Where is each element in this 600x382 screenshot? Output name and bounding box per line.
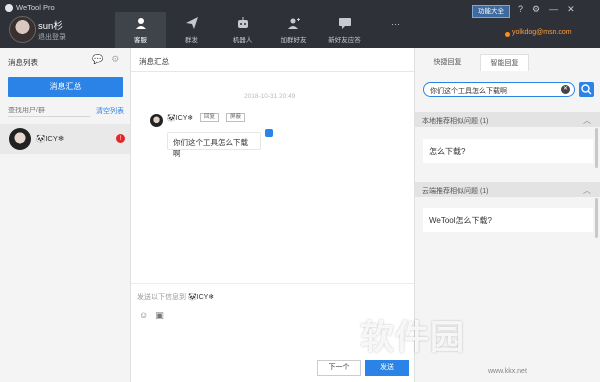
sender-name: 🐼ICY❄ — [167, 115, 194, 122]
tab-new-friend-reply[interactable]: 新好友应答 — [319, 12, 370, 48]
gear-icon[interactable]: ⚙ — [111, 54, 119, 65]
clear-search-icon[interactable]: ✕ — [561, 85, 570, 94]
reply-tag[interactable]: 回复 — [200, 113, 220, 122]
online-status-dot — [505, 32, 510, 37]
compose-hint-prefix: 发送以下信息到 — [137, 294, 186, 301]
compose-hint: 发送以下信息到 🐼ICY❄ — [137, 292, 214, 302]
chat-title: 消息汇总 — [139, 57, 169, 66]
more-icon: ··· — [391, 19, 400, 29]
smart-search-input[interactable]: 你们这个工具怎么下载啊 — [423, 82, 575, 97]
watermark-url: www.kkx.net — [488, 368, 527, 375]
settings-icon[interactable]: ⚙ — [532, 4, 540, 15]
cloud-suggestions-title: 云端推荐相似问题 — [422, 188, 478, 195]
send-button[interactable]: 发送 — [365, 360, 409, 376]
tab-label: 客服 — [134, 37, 147, 44]
compose-divider — [131, 283, 414, 284]
message-summary-button[interactable]: 消息汇总 — [8, 77, 123, 97]
main-tabs: 客服 群发 机器人 加群好友 新好友应答 ··· — [115, 12, 421, 48]
all-functions-button[interactable]: 功能大全 — [472, 5, 510, 18]
search-button[interactable] — [579, 82, 594, 97]
customer-service-icon — [135, 18, 146, 29]
cloud-suggestions-count: (1) — [479, 188, 489, 195]
local-suggestions-title: 本地推荐相似问题 — [422, 118, 478, 125]
user-email: yolkdog@msn.com — [512, 29, 572, 36]
help-icon[interactable]: ? — [518, 4, 523, 15]
message-bubble: 你们这个工具怎么下载啊 — [167, 132, 261, 158]
collapse-icon[interactable]: ︿ — [583, 185, 591, 196]
block-tag[interactable]: 屏蔽 — [226, 113, 246, 122]
clear-list-link[interactable]: 清空列表 — [96, 106, 124, 116]
chat-header: 消息汇总 — [131, 48, 414, 72]
add-friend-icon — [287, 18, 300, 29]
message-icon — [338, 18, 351, 29]
send-icon — [185, 17, 198, 29]
user-search — [8, 105, 90, 117]
message-list-panel: 消息列表 💬 ⚙ 消息汇总 清空列表 🐼ICY❄ ! — [0, 48, 131, 382]
tab-smart-reply[interactable]: 智能回复 — [480, 54, 529, 71]
chat-icon[interactable]: 💬 — [92, 54, 103, 65]
app-logo-icon — [5, 3, 13, 12]
contact-list-item[interactable]: 🐼ICY❄ ! — [0, 124, 130, 154]
local-answer-card[interactable]: 怎么下载? — [423, 139, 593, 163]
cloud-answer-card[interactable]: WeTool怎么下载? — [423, 208, 593, 232]
robot-reply-icon[interactable] — [265, 129, 273, 137]
sender-avatar — [150, 114, 163, 127]
local-suggestions-header[interactable]: 本地推荐相似问题 (1) ︿ — [415, 112, 600, 127]
tab-robot[interactable]: 机器人 — [217, 12, 268, 48]
tab-label: 加群好友 — [280, 37, 307, 44]
compose-hint-target: 🐼ICY❄ — [187, 294, 215, 301]
tab-mass-send[interactable]: 群发 — [166, 12, 217, 48]
user-avatar[interactable] — [9, 16, 36, 43]
message-list-title: 消息列表 — [8, 58, 38, 67]
tab-label: 群发 — [185, 37, 198, 44]
watermark-logo: 软件园 — [360, 318, 465, 358]
unread-badge: ! — [116, 134, 125, 143]
cloud-suggestions-header[interactable]: 云端推荐相似问题 (1) ︿ — [415, 182, 600, 197]
app-title: WeTool Pro — [5, 3, 55, 12]
tab-add-friends[interactable]: 加群好友 — [268, 12, 319, 48]
collapse-icon[interactable]: ︿ — [583, 115, 591, 126]
tab-quick-reply[interactable]: 快捷回复 — [423, 54, 472, 71]
user-search-input[interactable] — [8, 107, 90, 114]
user-name: sun杉 — [38, 21, 63, 32]
next-button[interactable]: 下一个 — [317, 360, 361, 376]
tab-label: 机器人 — [232, 37, 253, 44]
message-timestamp: 2018-10-31 20:49 — [244, 93, 296, 100]
top-bar: WeTool Pro sun杉 退出登录 客服 群发 机器人 加群好友 新好友应… — [0, 0, 600, 48]
app-title-text: WeTool Pro — [16, 3, 55, 12]
compose-toolbar: ☺ ▣ — [139, 310, 164, 321]
emoji-icon[interactable]: ☺ — [139, 310, 148, 321]
left-panel-icons: 💬 ⚙ — [92, 54, 119, 65]
close-icon[interactable]: ✕ — [567, 4, 575, 15]
image-icon[interactable]: ▣ — [155, 310, 164, 321]
cloud-scrollbar[interactable] — [595, 198, 598, 238]
tab-label: 新好友应答 — [328, 37, 361, 44]
local-scrollbar[interactable] — [595, 128, 598, 168]
tab-more[interactable]: ··· — [370, 12, 421, 48]
minimize-icon[interactable]: — — [549, 4, 558, 15]
tab-customer-service[interactable]: 客服 — [115, 12, 166, 48]
local-suggestions-count: (1) — [479, 118, 489, 125]
contact-name: 🐼ICY❄ — [36, 134, 65, 143]
search-icon — [581, 84, 592, 95]
contact-avatar — [9, 128, 31, 150]
logout-link[interactable]: 退出登录 — [38, 32, 66, 42]
robot-icon — [237, 17, 248, 28]
window-controls: ? ⚙ — ✕ — [518, 4, 575, 15]
